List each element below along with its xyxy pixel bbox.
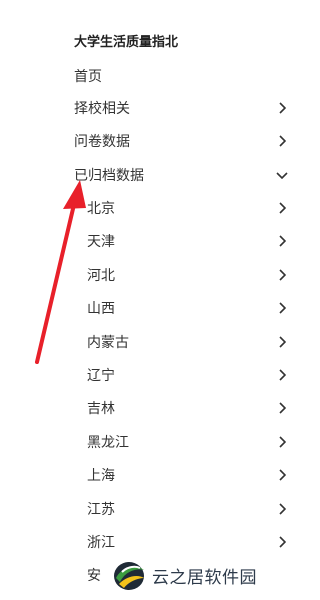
submenu-item-label: 浙江 [87,535,115,551]
submenu-item[interactable]: 浙江 [87,528,288,556]
menu-item-label: 问卷数据 [74,134,130,150]
submenu-item[interactable]: 辽宁 [87,361,288,389]
menu-item-archived-data[interactable]: 已归档数据 [74,161,288,189]
submenu-item-label: 江苏 [87,502,115,518]
chevron-right-icon [276,434,288,450]
chevron-right-icon [276,200,288,216]
chevron-right-icon [276,100,288,116]
submenu-item-label: 内蒙古 [87,335,129,351]
submenu-item[interactable]: 江苏 [87,495,288,523]
submenu-item[interactable]: 内蒙古 [87,328,288,356]
chevron-right-icon [276,233,288,249]
submenu-item-label: 河北 [87,268,115,284]
submenu-item[interactable]: 河北 [87,261,288,289]
submenu-item[interactable]: 山西 [87,294,288,322]
submenu-item-label: 吉林 [87,401,115,417]
chevron-right-icon [276,467,288,483]
submenu-item[interactable]: 上海 [87,461,288,489]
menu-item-label: 首页 [74,69,102,85]
menu-item-label: 已归档数据 [74,168,144,184]
chevron-right-icon [276,501,288,517]
submenu-item-label: 山西 [87,301,115,317]
submenu-item-label: 黑龙江 [87,435,129,451]
menu-item-label: 择校相关 [74,101,130,117]
chevron-right-icon [276,334,288,350]
chevron-down-icon [276,167,288,183]
site-title: 大学生活质量指北 [74,35,179,50]
page: 大学生活质量指北 首页 择校相关 问卷数据 已归档数据 北京天津河北山西内蒙古辽… [0,0,300,600]
chevron-right-icon [276,400,288,416]
submenu-item[interactable]: 吉林 [87,394,288,422]
chevron-right-icon [276,534,288,550]
submenu-item[interactable]: 黑龙江 [87,428,288,456]
watermark-text: 云之居软件园 [152,567,257,588]
submenu-item-label: 上海 [87,468,115,484]
submenu-item[interactable]: 北京 [87,194,288,222]
menu-item-survey-data[interactable]: 问卷数据 [74,127,288,155]
submenu-item-label: 天津 [87,234,115,250]
watermark: 云之居软件园 [110,556,296,594]
menu-item-home[interactable]: 首页 [74,62,288,90]
watermark-logo-icon [114,562,144,590]
chevron-right-icon [276,300,288,316]
chevron-right-icon [276,133,288,149]
chevron-right-icon [276,267,288,283]
submenu-item-label: 北京 [87,201,115,217]
submenu-item-label: 辽宁 [87,368,115,384]
menu-item-school-choice[interactable]: 择校相关 [74,94,288,122]
submenu-item[interactable]: 天津 [87,227,288,255]
chevron-right-icon [276,367,288,383]
